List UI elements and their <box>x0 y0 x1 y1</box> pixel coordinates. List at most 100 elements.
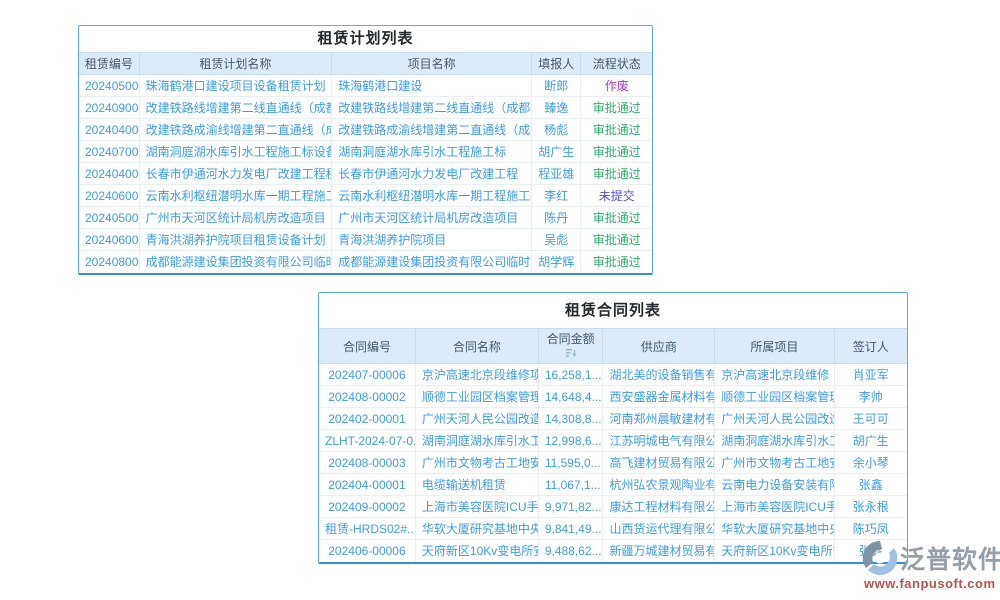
plan-table: 租赁编号租赁计划名称项目名称填报人流程状态2024050008珠海鹤港口建设项目… <box>79 52 652 273</box>
project-name-cell[interactable]: 珠海鹤港口建设 <box>332 75 532 97</box>
plan-name-cell[interactable]: 改建铁路成渝线增建第二直通线（成渝枢纽）... <box>139 119 332 141</box>
project-name-cell[interactable]: 改建铁路成渝线增建第二直通线（成渝枢纽）电力线... <box>332 119 532 141</box>
amount-cell: 14,308,8... <box>538 408 603 430</box>
plan-name-cell[interactable]: 珠海鹤港口建设项目设备租赁计划 <box>139 75 332 97</box>
reporter-cell: 陈丹 <box>532 207 581 229</box>
contract-name-cell[interactable]: 天府新区10Kv变电所安装工程... <box>415 540 538 562</box>
contract-no-cell[interactable]: 202406-00006 <box>319 540 415 562</box>
table-row[interactable]: ZLHT-2024-07-0...湖南洞庭湖水库引水工程施工...12,998,… <box>319 430 907 452</box>
status-cell: 未提交 <box>581 185 652 207</box>
contract-table: 合同编号合同名称合同金额供应商所属项目签订人202407-00006京沪高速北京… <box>319 328 907 562</box>
plan-id-cell[interactable]: 2024060009 <box>79 229 139 251</box>
amount-cell: 11,067,1... <box>538 474 603 496</box>
amount-cell: 9,488,62... <box>538 540 603 562</box>
plan-id-cell[interactable]: 2024050008 <box>79 75 139 97</box>
amount-cell: 11,595,0... <box>538 452 603 474</box>
contract-name-cell[interactable]: 上海市美容医院ICU手术室净化... <box>415 496 538 518</box>
project-name-cell[interactable]: 长春市伊通河水力发电厂改建工程 <box>332 163 532 185</box>
contract-no-cell[interactable]: 202408-00003 <box>319 452 415 474</box>
table-row[interactable]: 2024050007广州市天河区统计局机房改造项目广州市天河区统计局机房改造项目… <box>79 207 652 229</box>
plan-name-cell[interactable]: 广州市天河区统计局机房改造项目 <box>139 207 332 229</box>
signer-cell: 王可可 <box>834 408 907 430</box>
plan-id-cell[interactable]: 2024040007 <box>79 119 139 141</box>
col-contract-no: 合同编号 <box>319 329 415 364</box>
table-row[interactable]: 2024060010云南水利枢纽潜明水库一期工程施工标租赁设...云南水利枢纽潜… <box>79 185 652 207</box>
contract-no-cell[interactable]: ZLHT-2024-07-0... <box>319 430 415 452</box>
status-cell: 审批通过 <box>581 97 652 119</box>
table-row[interactable]: 202408-00003广州市文物考古工地安防系统...11,595,0...高… <box>319 452 907 474</box>
table-row[interactable]: 2024090003改建铁路线增建第二线直通线（成都-西安）电...改建铁路线增… <box>79 97 652 119</box>
plan-id-cell[interactable]: 2024080004 <box>79 251 139 273</box>
amount-cell: 9,841,49... <box>538 518 603 540</box>
plan-id-cell[interactable]: 2024040006 <box>79 163 139 185</box>
table-row[interactable]: 202406-00006天府新区10Kv变电所安装工程...9,488,62..… <box>319 540 907 562</box>
reporter-cell: 吴彪 <box>532 229 581 251</box>
table-row[interactable]: 2024060009青海洪湖养护院项目租赁设备计划青海洪湖养护院项目吴彪审批通过 <box>79 229 652 251</box>
signer-cell: 陈巧凤 <box>834 518 907 540</box>
plan-id-cell[interactable]: 2024060010 <box>79 185 139 207</box>
project-cell: 顺德工业园区档案管理精装饰... <box>715 386 834 408</box>
contract-name-cell[interactable]: 华软大厦研究基地中央空调系... <box>415 518 538 540</box>
contract-name-cell[interactable]: 电缆输送机租赁 <box>415 474 538 496</box>
project-name-cell[interactable]: 云南水利枢纽潜明水库一期工程施工标 <box>332 185 532 207</box>
table-row[interactable]: 202407-00006京沪高速北京段维修项目设备...16,258,1...湖… <box>319 364 907 386</box>
signer-cell: 张永根 <box>834 496 907 518</box>
signer-cell: 胡广生 <box>834 430 907 452</box>
table-row[interactable]: 租赁-HRDS02#...华软大厦研究基地中央空调系...9,841,49...… <box>319 518 907 540</box>
contract-list-title: 租赁合同列表 <box>319 293 907 328</box>
supplier-cell: 杭州弘农景观陶业有限... <box>603 474 715 496</box>
reporter-cell: 臻逸 <box>532 97 581 119</box>
contract-no-cell[interactable]: 202407-00006 <box>319 364 415 386</box>
supplier-cell: 西安盛器金属材料有限... <box>603 386 715 408</box>
fanpu-watermark: 泛普软件 www.fanpusoft.com <box>860 538 1000 591</box>
contract-no-cell[interactable]: 202404-00001 <box>319 474 415 496</box>
contract-name-cell[interactable]: 顺德工业园区档案管理精装饰... <box>415 386 538 408</box>
table-row[interactable]: 202402-00001广州天河人民公园改造工程挖...14,308,8...河… <box>319 408 907 430</box>
supplier-cell: 河南郑州晨敏建材有限... <box>603 408 715 430</box>
contract-name-cell[interactable]: 湖南洞庭湖水库引水工程施工... <box>415 430 538 452</box>
plan-name-cell[interactable]: 青海洪湖养护院项目租赁设备计划 <box>139 229 332 251</box>
plan-id-cell[interactable]: 2024090003 <box>79 97 139 119</box>
plan-name-cell[interactable]: 改建铁路线增建第二线直通线（成都-西安）电... <box>139 97 332 119</box>
contract-no-cell[interactable]: 租赁-HRDS02#... <box>319 518 415 540</box>
col-plan-name: 租赁计划名称 <box>139 53 332 75</box>
plan-name-cell[interactable]: 云南水利枢纽潜明水库一期工程施工标租赁设... <box>139 185 332 207</box>
col-signer: 签订人 <box>834 329 907 364</box>
contract-name-cell[interactable]: 京沪高速北京段维修项目设备... <box>415 364 538 386</box>
status-cell: 作废 <box>581 75 652 97</box>
project-name-cell[interactable]: 成都能源建设集团投资有限公司临时办公场所装修改... <box>332 251 532 273</box>
col-project: 所属项目 <box>715 329 834 364</box>
table-row[interactable]: 2024040006长春市伊通河水力发电厂改建工程租赁设备计划长春市伊通河水力发… <box>79 163 652 185</box>
plan-name-cell[interactable]: 成都能源建设集团投资有限公司临时办公场所... <box>139 251 332 273</box>
plan-name-cell[interactable]: 湖南洞庭湖水库引水工程施工标设备租赁计划 <box>139 141 332 163</box>
plan-id-cell[interactable]: 2024050007 <box>79 207 139 229</box>
contract-no-cell[interactable]: 202402-00001 <box>319 408 415 430</box>
project-cell: 上海市美容医院ICU手术室净化... <box>715 496 834 518</box>
table-row[interactable]: 202409-00002上海市美容医院ICU手术室净化...9,971,82..… <box>319 496 907 518</box>
project-name-cell[interactable]: 青海洪湖养护院项目 <box>332 229 532 251</box>
signer-cell: 李帅 <box>834 386 907 408</box>
table-row[interactable]: 2024070009湖南洞庭湖水库引水工程施工标设备租赁计划湖南洞庭湖水库引水工… <box>79 141 652 163</box>
contract-no-cell[interactable]: 202408-00002 <box>319 386 415 408</box>
contract-no-cell[interactable]: 202409-00002 <box>319 496 415 518</box>
table-row[interactable]: 202404-00001电缆输送机租赁11,067,1...杭州弘农景观陶业有限… <box>319 474 907 496</box>
project-name-cell[interactable]: 广州市天河区统计局机房改造项目 <box>332 207 532 229</box>
supplier-cell: 山西货运代理有限公司 <box>603 518 715 540</box>
col-contract-amount[interactable]: 合同金额 <box>538 329 603 364</box>
table-row[interactable]: 2024080004成都能源建设集团投资有限公司临时办公场所...成都能源建设集… <box>79 251 652 273</box>
reporter-cell: 杨彪 <box>532 119 581 141</box>
status-cell: 审批通过 <box>581 163 652 185</box>
contract-name-cell[interactable]: 广州市文物考古工地安防系统... <box>415 452 538 474</box>
contract-name-cell[interactable]: 广州天河人民公园改造工程挖... <box>415 408 538 430</box>
table-row[interactable]: 2024050008珠海鹤港口建设项目设备租赁计划珠海鹤港口建设断郎作废 <box>79 75 652 97</box>
sort-amount-icon[interactable] <box>542 346 600 359</box>
project-name-cell[interactable]: 改建铁路线增建第二线直通线（成都-西安）电力线... <box>332 97 532 119</box>
table-row[interactable]: 2024040007改建铁路成渝线增建第二直通线（成渝枢纽）...改建铁路成渝线… <box>79 119 652 141</box>
table-row[interactable]: 202408-00002顺德工业园区档案管理精装饰...14,648,4...西… <box>319 386 907 408</box>
col-rental-no: 租赁编号 <box>79 53 139 75</box>
plan-id-cell[interactable]: 2024070009 <box>79 141 139 163</box>
plan-list-title: 租赁计划列表 <box>79 26 652 52</box>
project-name-cell[interactable]: 湖南洞庭湖水库引水工程施工标 <box>332 141 532 163</box>
plan-name-cell[interactable]: 长春市伊通河水力发电厂改建工程租赁设备计划 <box>139 163 332 185</box>
signer-cell: 余小琴 <box>834 452 907 474</box>
